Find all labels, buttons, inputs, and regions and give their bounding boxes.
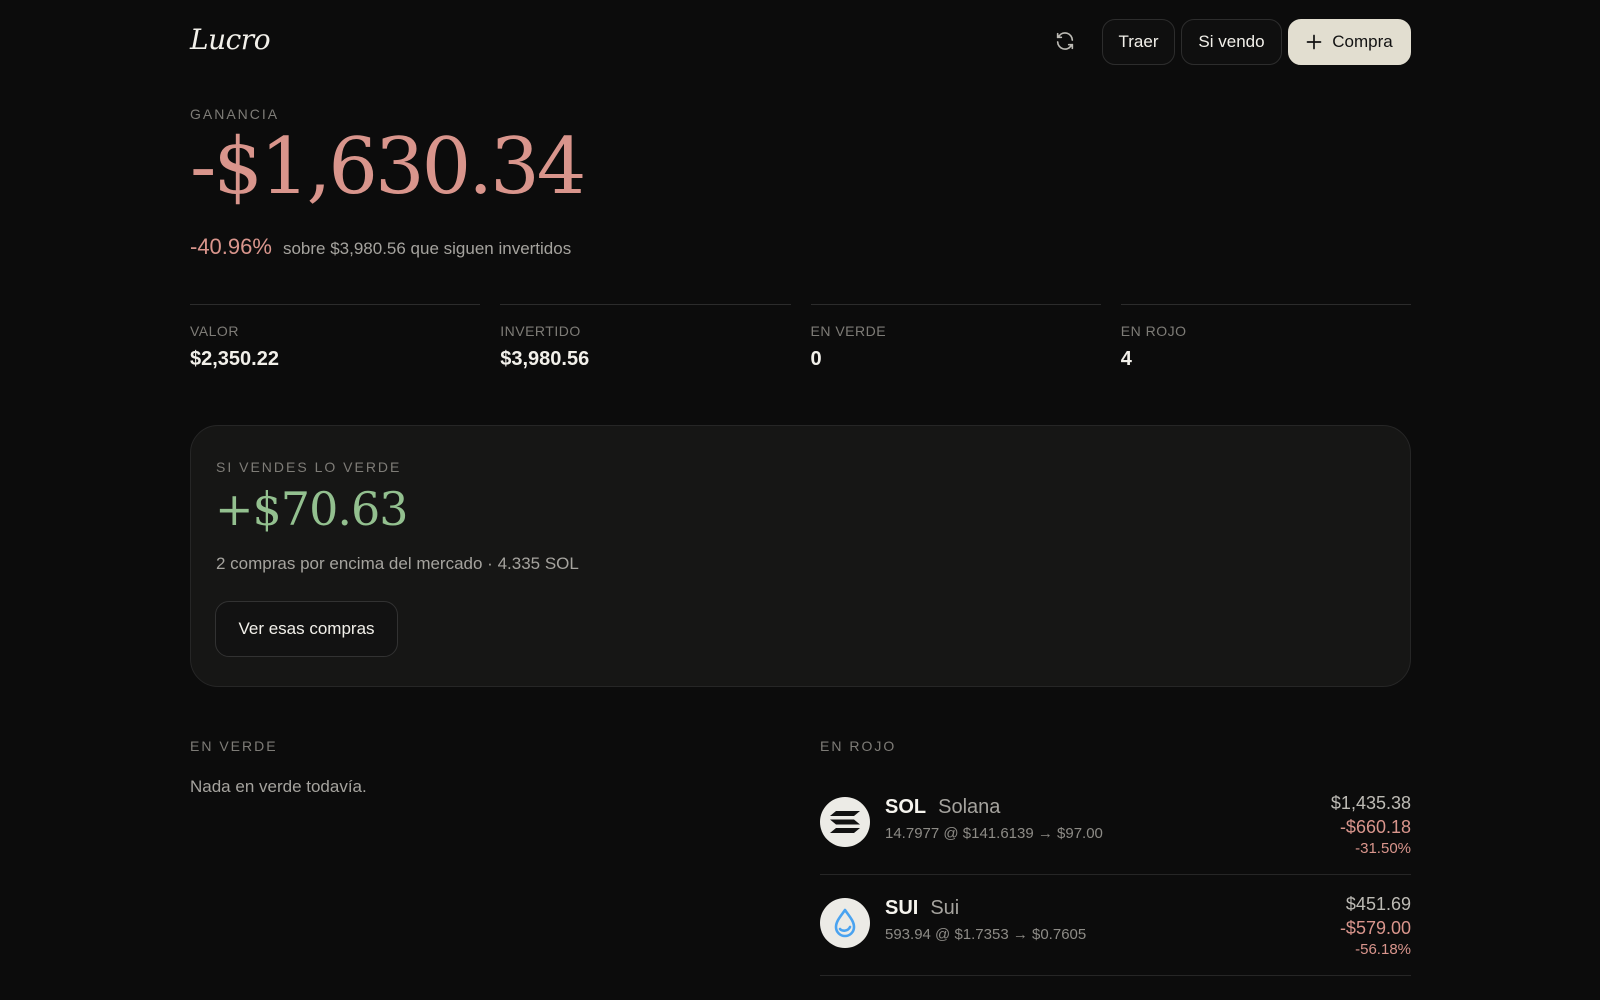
- compra-button[interactable]: Compra: [1288, 19, 1411, 65]
- asset-symbol: SOL: [885, 796, 927, 818]
- app-logo: Lucro: [190, 23, 271, 56]
- red-section: EN ROJO SOL Solana 14.7977 @ $141.6139 →…: [820, 738, 1411, 976]
- plus-icon: [1306, 34, 1322, 50]
- sell-card-label: SI VENDES LO VERDE: [216, 459, 402, 475]
- asset-loss: -$579.00: [1339, 918, 1411, 938]
- stats-row: VALOR $2,350.22 INVERTIDO $3,980.56 EN V…: [190, 304, 1411, 371]
- stat-invertido: INVERTIDO $3,980.56: [500, 304, 791, 371]
- stat-en-verde: EN VERDE 0: [810, 304, 1101, 371]
- sell-card-note: 2 compras por encima del mercado · 4.335…: [216, 554, 579, 573]
- stat-value: 0: [810, 348, 822, 370]
- asset-name: SOL Solana: [885, 796, 1000, 819]
- stat-label: EN ROJO: [1120, 323, 1187, 339]
- asset-detail: 593.94 @ $1.7353 → $0.7605: [885, 926, 1087, 943]
- stat-value: $2,350.22: [190, 348, 279, 370]
- gain-value: -$1,630.34: [190, 122, 586, 212]
- stat-label: INVERTIDO: [500, 323, 581, 339]
- asset-name: SUI Sui: [885, 897, 959, 920]
- stat-en-rojo: EN ROJO 4: [1120, 304, 1411, 371]
- red-asset-list: SOL Solana 14.7977 @ $141.6139 → $97.00 …: [820, 774, 1411, 976]
- stat-value: $3,980.56: [500, 348, 590, 370]
- list-item[interactable]: SOL Solana 14.7977 @ $141.6139 → $97.00 …: [820, 774, 1411, 875]
- sell-card-value: +$70.63: [215, 482, 408, 536]
- asset-fullname: Solana: [938, 796, 1001, 818]
- asset-figures: $1,435.38 -$660.18 -31.50%: [1331, 793, 1411, 857]
- refresh-button[interactable]: [1050, 26, 1080, 56]
- sell-green-card: SI VENDES LO VERDE +$70.63 2 compras por…: [190, 425, 1411, 687]
- stat-value: 4: [1120, 348, 1132, 370]
- app-container: Lucro Traer Si vendo Compra GANANCIA -$1…: [190, 0, 1411, 1000]
- list-item[interactable]: SUI Sui 593.94 @ $1.7353 → $0.7605 $451.…: [820, 875, 1411, 976]
- red-section-label: EN ROJO: [820, 738, 897, 754]
- asset-percent: -56.18%: [1355, 941, 1411, 958]
- asset-detail: 14.7977 @ $141.6139 → $97.00: [885, 825, 1103, 842]
- green-section-label: EN VERDE: [190, 738, 278, 754]
- compra-button-label: Compra: [1332, 32, 1393, 51]
- gain-percent: -40.96%: [190, 234, 272, 259]
- solana-icon: [820, 797, 870, 847]
- gain-note: sobre $3,980.56 que siguen invertidos: [282, 239, 572, 258]
- gain-summary: -40.96% sobre $3,980.56 que siguen inver…: [190, 234, 571, 260]
- refresh-icon: [1056, 32, 1074, 50]
- green-section: EN VERDE Nada en verde todavía.: [190, 738, 780, 797]
- stat-label: EN VERDE: [810, 323, 887, 339]
- stat-valor: VALOR $2,350.22: [190, 304, 481, 371]
- asset-figures: $451.69 -$579.00 -56.18%: [1340, 894, 1411, 958]
- green-empty-text: Nada en verde todavía.: [190, 777, 367, 796]
- ver-compras-button[interactable]: Ver esas compras: [215, 601, 398, 657]
- asset-value: $451.69: [1345, 894, 1411, 914]
- traer-button[interactable]: Traer: [1102, 19, 1175, 65]
- asset-loss: -$660.18: [1339, 817, 1411, 837]
- asset-value: $1,435.38: [1330, 793, 1411, 813]
- top-bar: Lucro Traer Si vendo Compra: [190, 18, 1411, 66]
- sui-drop-icon: [820, 898, 870, 948]
- stat-label: VALOR: [190, 323, 239, 339]
- asset-percent: -31.50%: [1355, 840, 1411, 857]
- gain-label: GANANCIA: [190, 106, 280, 122]
- asset-fullname: Sui: [930, 897, 960, 919]
- asset-symbol: SUI: [885, 897, 919, 919]
- si-vendo-button[interactable]: Si vendo: [1181, 19, 1282, 65]
